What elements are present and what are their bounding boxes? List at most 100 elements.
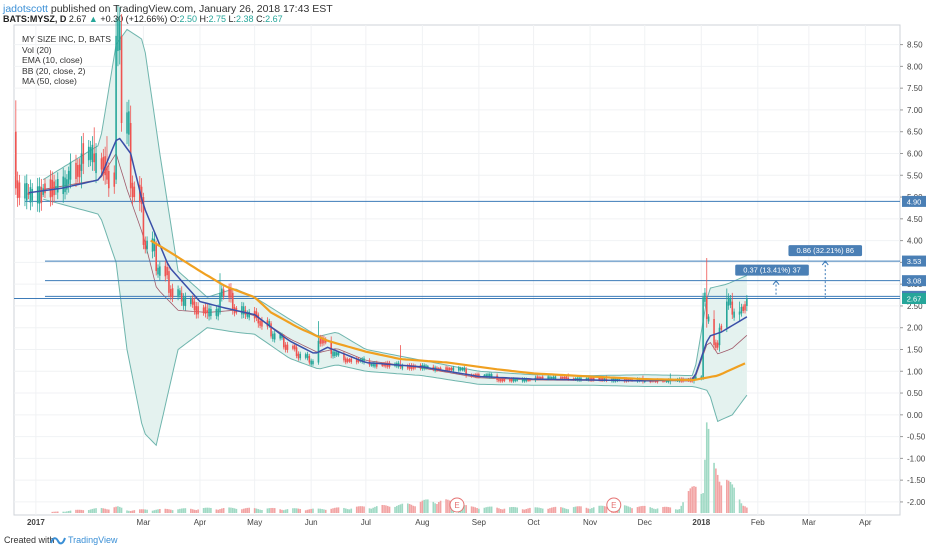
candle-body (716, 342, 719, 348)
candle-body (157, 267, 159, 275)
volume-bar (501, 509, 504, 513)
volume-bar (447, 499, 449, 513)
y-tick-label: 8.50 (907, 41, 923, 50)
volume-bar (242, 508, 245, 513)
volume-bar (744, 506, 746, 513)
candle-body (120, 35, 123, 124)
candle-body (514, 378, 517, 382)
volume-bar (474, 507, 477, 513)
legend-volume[interactable]: Vol (20) (22, 45, 111, 56)
volume-bar (396, 505, 398, 513)
volume-bar (348, 509, 351, 513)
volume-bar (222, 508, 225, 513)
y-tick-label: 7.50 (907, 84, 923, 93)
volume-bar (538, 507, 540, 513)
volume-bar (117, 506, 119, 513)
candle-body (284, 344, 287, 350)
volume-bar (363, 506, 365, 513)
volume-bar (554, 506, 557, 513)
volume-bar (662, 506, 664, 513)
price-axis[interactable]: 8.508.007.507.006.506.005.505.004.504.00… (900, 41, 926, 507)
footer: Created with TradingView (0, 532, 932, 550)
volume-bar (406, 503, 409, 513)
candle-body (184, 297, 187, 307)
volume-bar (591, 508, 593, 513)
volume-bar (284, 509, 287, 513)
candle-body (560, 376, 562, 379)
candle-body (510, 378, 513, 382)
candle-body (179, 290, 181, 296)
volume-bar (674, 509, 677, 513)
volume-bar (640, 506, 642, 513)
volume-bar (343, 507, 345, 513)
volume-bar (421, 500, 424, 513)
legend-ema[interactable]: EMA (10, close) (22, 55, 111, 66)
x-tick-label: Feb (751, 518, 765, 527)
volume-bar (231, 507, 234, 513)
legend-bollinger[interactable]: BB (20, close, 2) (22, 66, 111, 77)
candle-body (55, 186, 57, 189)
candle-body (15, 131, 17, 189)
x-tick-label: 2017 (27, 518, 45, 527)
legend-title[interactable]: MY SIZE INC, D, BATS (22, 34, 111, 45)
volume-bar (255, 508, 258, 513)
candle-body (733, 311, 735, 318)
volume-bar (643, 505, 646, 513)
volume-bar (193, 509, 196, 513)
x-tick-label: May (247, 518, 262, 527)
volume-bar (669, 507, 672, 513)
volume-bar (733, 487, 735, 513)
candle-body (293, 345, 296, 350)
volume-bar (665, 506, 668, 513)
candle-body (334, 351, 336, 356)
tradingview-logo-icon[interactable] (50, 533, 66, 547)
candle-body (49, 179, 52, 198)
price-chart[interactable]: 0.37 (13.41%) 37 0.86 (32.21%) 86 E E 8.50… (0, 0, 932, 550)
y-tick-label: 5.50 (907, 171, 923, 180)
candle-body (718, 327, 721, 346)
volume-bar (219, 509, 221, 513)
legend-ma[interactable]: MA (50, close) (22, 76, 111, 87)
volume-bar (51, 511, 54, 513)
indicator-legend: MY SIZE INC, D, BATS Vol (20) EMA (10, c… (22, 34, 111, 87)
candle-body (44, 183, 46, 194)
volume-bar (580, 506, 582, 513)
volume-bar (678, 509, 681, 513)
volume-bar (687, 491, 690, 513)
volume-bar (91, 508, 94, 513)
volume-bar (106, 509, 108, 513)
volume-bar (642, 505, 644, 513)
price-tag-label: 3.08 (907, 277, 922, 286)
volume-bar (202, 507, 205, 513)
candle-body (146, 240, 148, 250)
volume-bar (100, 508, 103, 513)
volume-bar (587, 508, 590, 513)
tradingview-brand-link[interactable]: TradingView (68, 535, 118, 545)
candle-body (168, 271, 170, 293)
candle-body (133, 186, 136, 197)
volume-bar (427, 499, 429, 513)
candle-body (66, 179, 68, 190)
price-tag-label: 2.67 (907, 295, 922, 304)
volume-bar (230, 507, 232, 513)
volume-bar (727, 480, 730, 513)
volume-bar (600, 505, 602, 513)
candle-body (540, 376, 542, 379)
y-tick-label: 0.00 (907, 411, 923, 420)
x-tick-label: Sep (472, 518, 487, 527)
y-tick-label: 0.50 (907, 389, 923, 398)
volume-bar (472, 506, 475, 513)
volume-bar (589, 508, 591, 513)
volume-bar (308, 509, 311, 513)
candle-body (206, 310, 209, 313)
volume-bar (529, 507, 531, 513)
y-tick-label: 2.00 (907, 324, 923, 333)
candle-body (24, 183, 26, 199)
time-axis[interactable]: 2017 Mar Apr May Jun Jul Aug Sep Oct Nov Dec 2018 Fe… (27, 518, 872, 527)
candle-body (78, 164, 81, 178)
x-tick-label: Jul (361, 518, 371, 527)
volume-bar (386, 505, 389, 513)
volume-bar (257, 509, 260, 513)
volume-bar (602, 505, 604, 513)
volume-bar (104, 508, 106, 513)
